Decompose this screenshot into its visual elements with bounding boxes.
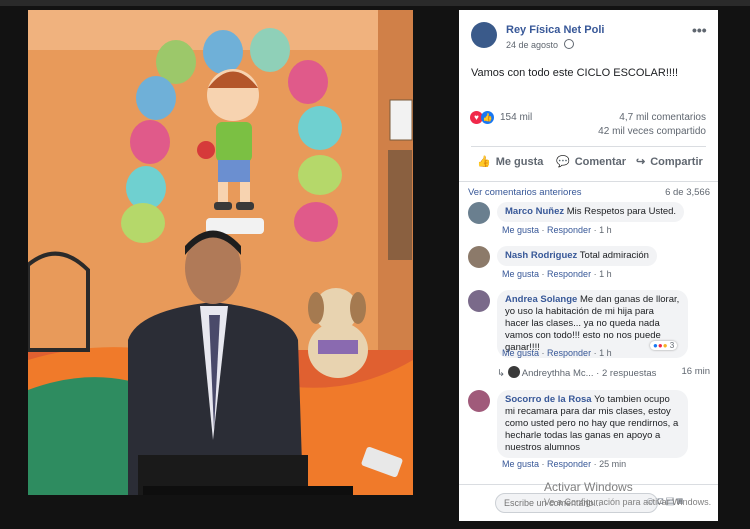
- commenter-name[interactable]: Marco Nuñez: [505, 206, 564, 217]
- commenter-avatar[interactable]: [468, 390, 490, 412]
- windows-watermark-subtitle: Ve a Configuración para activar Windows.: [544, 497, 712, 507]
- comment-reply-link[interactable]: Responder: [547, 459, 591, 469]
- previous-comments-link[interactable]: Ver comentarios anteriores: [468, 187, 582, 198]
- share-button[interactable]: ↪ Compartir: [636, 155, 703, 169]
- reactions-count[interactable]: 154 mil: [500, 112, 532, 123]
- speech-bubble-icon: 💬: [556, 156, 570, 168]
- comments-count[interactable]: 4,7 mil comentarios: [619, 112, 706, 123]
- shares-count[interactable]: 42 mil veces compartido: [598, 126, 706, 137]
- divider: [459, 181, 718, 182]
- reply-thread[interactable]: ↳ Andreythha Mc... · 2 respuestas 16 min: [497, 366, 712, 379]
- comment-actions: Me gusta · Responder · 1 h: [502, 225, 612, 235]
- reply-time: 16 min: [681, 366, 710, 377]
- comment-button[interactable]: 💬 Comentar: [556, 155, 627, 169]
- comment-time: 1 h: [599, 269, 612, 279]
- author-name[interactable]: Rey Física Net Poli: [506, 24, 604, 36]
- commenter-avatar[interactable]: [468, 246, 490, 268]
- post-date[interactable]: 24 de agosto: [506, 39, 574, 50]
- comment-like-link[interactable]: Me gusta: [502, 459, 539, 469]
- share-arrow-icon: ↪: [636, 156, 646, 168]
- comment-time: 1 h: [599, 225, 612, 235]
- comment-reply-link[interactable]: Responder: [547, 269, 591, 279]
- comment-time: 25 min: [599, 459, 627, 469]
- comment-bubble: Nash Rodriguez Total admiración: [497, 246, 657, 266]
- post-date-text: 24 de agosto: [506, 40, 559, 50]
- commenter-name[interactable]: Nash Rodriguez: [505, 250, 577, 261]
- comment-like-link[interactable]: Me gusta: [502, 269, 539, 279]
- reply-name: Andreythha Mc...: [521, 368, 594, 379]
- share-label: Compartir: [650, 155, 703, 168]
- thumbs-up-icon: 👍: [477, 156, 491, 168]
- comment-actions: Me gusta · Responder · 1 h: [502, 269, 612, 279]
- globe-icon: [563, 39, 574, 49]
- comment-text: Mis Respetos para Usted.: [566, 206, 677, 217]
- comment-reply-link[interactable]: Responder: [547, 225, 591, 235]
- post-panel: Rey Física Net Poli 24 de agosto ••• Vam…: [459, 10, 718, 521]
- replies-count: 2 respuestas: [602, 368, 657, 379]
- comment-actions: Me gusta · Responder · 25 min: [502, 459, 627, 469]
- comment-bubble: Marco Nuñez Mis Respetos para Usted.: [497, 202, 685, 222]
- post-photo[interactable]: [28, 10, 413, 495]
- reply-avatar: [507, 366, 520, 378]
- background-strip: [0, 0, 750, 6]
- commenter-avatar[interactable]: [468, 290, 490, 312]
- author-avatar[interactable]: [471, 22, 497, 48]
- classroom-photo: [28, 10, 413, 495]
- commenter-name[interactable]: Andrea Solange: [505, 294, 577, 305]
- reaction-icons[interactable]: ♥ 👍: [470, 111, 496, 125]
- commenter-name[interactable]: Socorro de la Rosa: [505, 394, 592, 405]
- comment-text: Total admiración: [579, 250, 649, 261]
- comment-reply-link[interactable]: Responder: [547, 348, 591, 358]
- more-options-icon[interactable]: •••: [692, 22, 707, 38]
- comment-bubble: Socorro de la Rosa Yo tambien ocupo mi r…: [497, 390, 688, 458]
- like-button[interactable]: 👍 Me gusta: [477, 155, 544, 169]
- comment-reactions[interactable]: ●●● 3: [650, 341, 678, 350]
- comment-time: 1 h: [599, 348, 612, 358]
- commenter-avatar[interactable]: [468, 202, 490, 224]
- comment-like-link[interactable]: Me gusta: [502, 348, 539, 358]
- comment-reaction-count: 3: [669, 341, 675, 350]
- comments-counter: 6 de 3,566: [665, 187, 710, 198]
- divider: [471, 146, 706, 147]
- comment-actions: Me gusta · Responder · 1 h: [502, 348, 612, 358]
- windows-watermark-title: Activar Windows: [544, 480, 633, 494]
- post-text: Vamos con todo este CICLO ESCOLAR!!!!: [471, 67, 679, 79]
- comment-like-link[interactable]: Me gusta: [502, 225, 539, 235]
- comment-label: Comentar: [574, 155, 627, 168]
- like-label: Me gusta: [495, 155, 544, 168]
- reply-arrow-icon: ↳: [497, 368, 505, 379]
- haha-icon: ●: [662, 341, 668, 350]
- like-icon: 👍: [481, 111, 494, 124]
